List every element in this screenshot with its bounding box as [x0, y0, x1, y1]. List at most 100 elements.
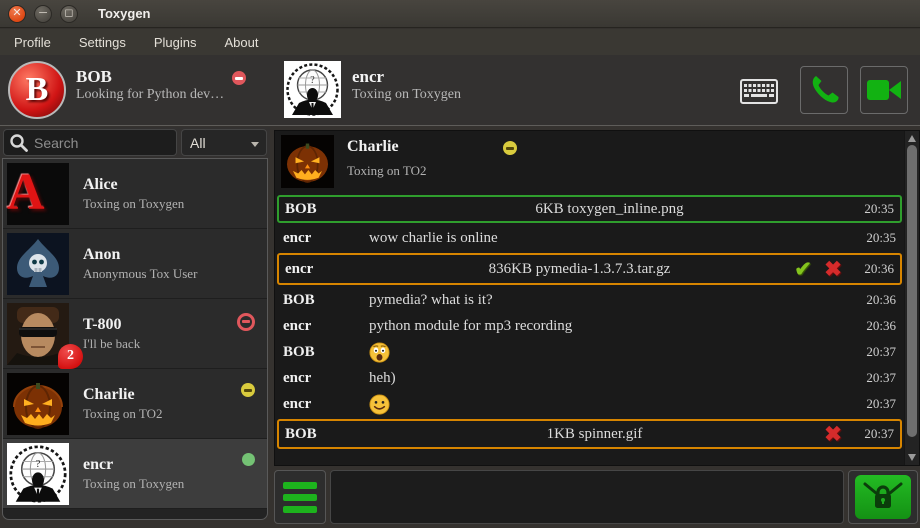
- file-transfer-label: 1KB spinner.gif: [371, 426, 818, 443]
- titlebar: ✕ ─ ◻ Toxygen: [0, 0, 920, 28]
- message-sender: encr: [283, 370, 369, 387]
- anonymous-logo-icon: ?: [284, 61, 341, 118]
- self-status-message[interactable]: Looking for Python dev…: [76, 87, 224, 103]
- window-close-button[interactable]: ✕: [8, 5, 26, 23]
- peer-status-message: Toxing on Toxygen: [352, 87, 461, 103]
- message-input[interactable]: [330, 470, 844, 524]
- shocked-smiley-icon: [369, 342, 390, 363]
- message-sender: encr: [283, 396, 369, 413]
- menu-profile[interactable]: Profile: [0, 31, 65, 54]
- anon-avatar: [7, 233, 69, 295]
- message-time: 20:37: [850, 344, 896, 360]
- message-list: BOB 6KB toxygen_inline.png 20:35 encr wo…: [277, 193, 902, 451]
- contact-filter-value: All: [190, 135, 206, 151]
- file-transfer-row: BOB 1KB spinner.gif ✖ 20:37: [277, 419, 902, 449]
- encrypted-send-icon: [861, 480, 905, 514]
- self-name[interactable]: BOB: [76, 67, 224, 87]
- accept-file-icon[interactable]: ✔: [788, 259, 818, 280]
- message-time: 20:36: [848, 261, 894, 277]
- online-status-icon: [242, 453, 255, 466]
- window-maximize-button[interactable]: ◻: [60, 5, 78, 23]
- message-time: 20:37: [850, 396, 896, 412]
- send-message-button[interactable]: [855, 475, 911, 519]
- decline-file-icon[interactable]: ✖: [818, 424, 848, 445]
- scrollbar-thumb[interactable]: [907, 145, 917, 437]
- contact-row-charlie[interactable]: Charlie Toxing on TO2: [3, 369, 267, 439]
- message-sender: encr: [283, 230, 369, 247]
- message-sender: BOB: [283, 292, 369, 309]
- audio-call-button[interactable]: [800, 66, 848, 114]
- message-smiley: [369, 394, 850, 415]
- message-time: 20:36: [850, 292, 896, 308]
- decline-file-icon[interactable]: ✖: [818, 259, 848, 280]
- self-busy-status-icon[interactable]: [232, 71, 246, 85]
- message-time: 20:36: [850, 318, 896, 334]
- menu-plugins[interactable]: Plugins: [140, 31, 211, 54]
- send-button-container: [848, 470, 918, 524]
- hamburger-icon: [283, 482, 317, 489]
- encr-avatar: ?: [7, 443, 69, 505]
- message-time: 20:35: [848, 201, 894, 217]
- search-icon: [8, 132, 30, 154]
- svg-text:?: ?: [36, 457, 41, 469]
- chat-peer-header: Charlie Toxing on TO2: [275, 131, 904, 191]
- file-transfer-label: 6KB toxygen_inline.png: [371, 201, 848, 218]
- message-smiley: [369, 342, 850, 363]
- contact-row-encr[interactable]: ? encr Toxing on Toxygen: [3, 439, 267, 509]
- message-row: encr heh) 20:37: [277, 365, 902, 391]
- contact-name: T-800: [83, 316, 140, 334]
- window-title: Toxygen: [98, 6, 151, 21]
- busy-status-icon: [237, 313, 255, 331]
- contact-name: Alice: [83, 176, 184, 194]
- message-sender: BOB: [283, 344, 369, 361]
- menu-about[interactable]: About: [210, 31, 272, 54]
- alice-avatar: A: [7, 163, 69, 225]
- away-status-icon: [503, 141, 517, 155]
- message-row: encr wow charlie is online 20:35: [277, 225, 902, 251]
- phone-icon: [807, 73, 841, 107]
- message-text: wow charlie is online: [369, 230, 850, 247]
- contact-row-t800[interactable]: 2 T-800 I'll be back: [3, 299, 267, 369]
- contact-name: encr: [83, 456, 184, 474]
- message-sender: BOB: [285, 426, 371, 443]
- chevron-down-icon: [251, 142, 259, 147]
- message-sender: encr: [285, 261, 371, 278]
- contact-name: Anon: [83, 246, 197, 264]
- message-text: python module for mp3 recording: [369, 318, 850, 335]
- message-text: pymedia? what is it?: [369, 292, 850, 309]
- chat-scrollbar[interactable]: [904, 131, 919, 465]
- smile-smiley-icon: [369, 394, 390, 415]
- attachment-menu-button[interactable]: [274, 470, 326, 524]
- message-row: BOB pymedia? what is it? 20:36: [277, 287, 902, 313]
- header: B BOB Looking for Python dev… ? encr Tox…: [0, 55, 920, 126]
- svg-text:?: ?: [310, 75, 315, 86]
- window-minimize-button[interactable]: ─: [34, 5, 52, 23]
- message-sender: BOB: [285, 201, 371, 218]
- scroll-down-arrow-icon[interactable]: [908, 454, 916, 461]
- contact-row-alice[interactable]: A Alice Toxing on Toxygen: [3, 159, 267, 229]
- menubar: Profile Settings Plugins About: [0, 29, 920, 55]
- screen-keyboard-button[interactable]: [740, 79, 778, 109]
- contact-status-message: Toxing on Toxygen: [83, 196, 184, 212]
- message-sender: encr: [283, 318, 369, 335]
- message-time: 20:35: [850, 230, 896, 246]
- chat-peer-status-message: Toxing on TO2: [347, 163, 427, 179]
- search-box[interactable]: [3, 129, 177, 156]
- chat-peer-name: Charlie: [347, 138, 399, 156]
- unread-count-badge: 2: [58, 344, 83, 369]
- scroll-up-arrow-icon[interactable]: [908, 135, 916, 142]
- contact-status-message: I'll be back: [83, 336, 140, 352]
- menu-settings[interactable]: Settings: [65, 31, 140, 54]
- keyboard-icon: [740, 79, 778, 104]
- contact-list: A Alice Toxing on Toxygen Anon Anonymous…: [2, 158, 268, 520]
- file-transfer-row: encr 836KB pymedia-1.3.7.3.tar.gz ✔ ✖ 20…: [277, 253, 902, 285]
- self-avatar[interactable]: B: [8, 61, 66, 119]
- video-call-button[interactable]: [860, 66, 908, 114]
- peer-name: encr: [352, 67, 461, 87]
- message-text: heh): [369, 370, 850, 387]
- search-input[interactable]: [34, 135, 164, 151]
- message-row: encr 20:37: [277, 391, 902, 417]
- contact-row-anon[interactable]: Anon Anonymous Tox User: [3, 229, 267, 299]
- contact-filter-dropdown[interactable]: All: [181, 129, 267, 156]
- message-row: BOB 20:37: [277, 339, 902, 365]
